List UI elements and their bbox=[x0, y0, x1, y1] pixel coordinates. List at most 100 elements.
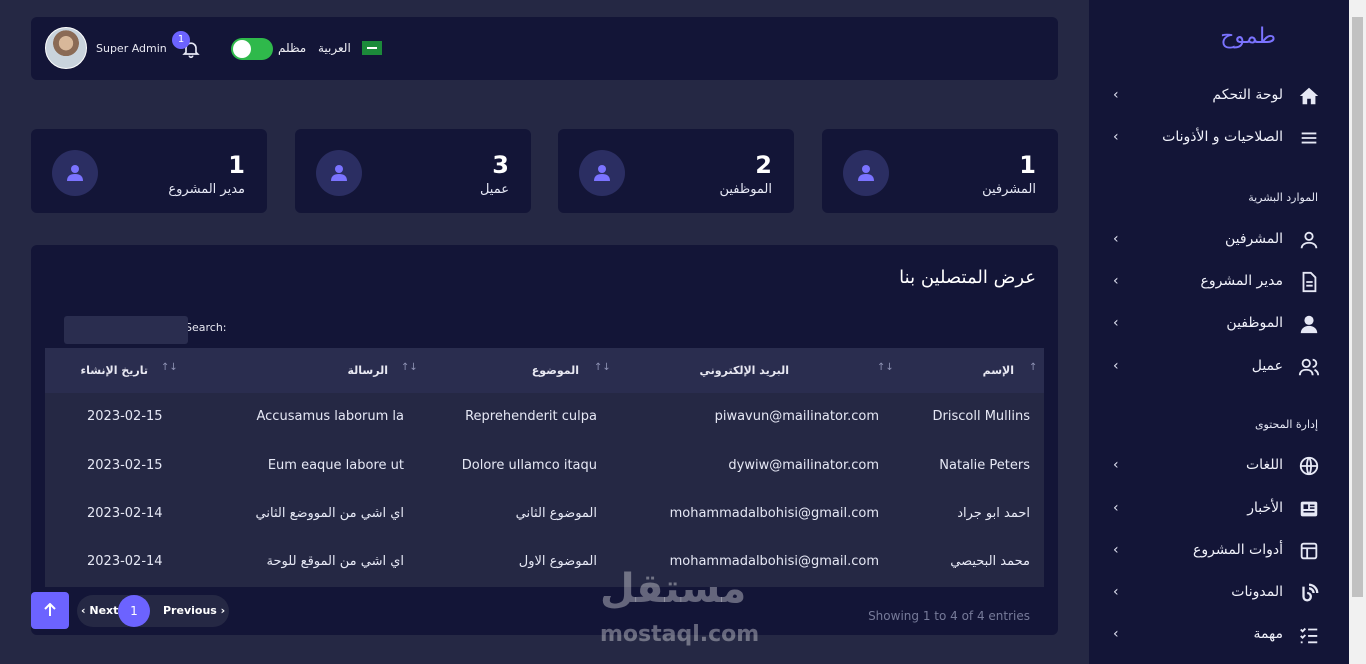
user-icon bbox=[316, 150, 362, 196]
cell-date: 2023-02-15 bbox=[87, 409, 163, 424]
cell-date: 2023-02-14 bbox=[87, 554, 163, 569]
column-header[interactable]: الرسالة bbox=[348, 364, 389, 377]
cell-date: 2023-02-15 bbox=[87, 458, 163, 473]
sidebar-item-project-manager[interactable]: ‹ مدير المشروع bbox=[1089, 267, 1349, 297]
column-header[interactable]: تاريخ الإنشاء bbox=[80, 364, 148, 377]
sidebar-item-dashboard[interactable]: ‹ لوحة التحكم bbox=[1089, 81, 1349, 111]
scroll-to-top-button[interactable] bbox=[31, 592, 69, 629]
section-title-content: إدارة المحتوى bbox=[1254, 418, 1318, 431]
user-icon bbox=[579, 150, 625, 196]
avatar[interactable] bbox=[45, 27, 87, 69]
stat-label: عميل bbox=[479, 182, 509, 197]
newspaper-icon bbox=[1300, 501, 1318, 517]
chevron-left-icon: ‹ bbox=[1113, 584, 1119, 600]
chevron-left-icon: ‹ bbox=[1113, 358, 1119, 374]
stat-value: 2 bbox=[755, 151, 772, 179]
dark-mode-toggle[interactable] bbox=[231, 38, 273, 60]
sort-icon[interactable]: ↑↓ bbox=[594, 362, 611, 373]
cell-subject: الموضوع الاول bbox=[518, 554, 597, 569]
sidebar-item-employees[interactable]: ‹ الموظفين bbox=[1089, 309, 1349, 339]
cell-email: dywiw@mailinator.com bbox=[728, 458, 879, 473]
cell-name: احمد ابو جراد bbox=[957, 506, 1030, 521]
tasks-icon bbox=[1300, 627, 1318, 644]
sidebar-item-label: المدونات bbox=[1231, 584, 1283, 600]
table-row: Driscoll Mullins piwavun@mailinator.com … bbox=[45, 393, 1044, 441]
cell-message: اي اشي من المووضع الثاني bbox=[255, 506, 404, 521]
sort-icon[interactable]: ↑↓ bbox=[877, 362, 894, 373]
column-header[interactable]: الموضوع bbox=[532, 364, 579, 377]
sidebar-item-supervisors[interactable]: ‹ المشرفين bbox=[1089, 225, 1349, 255]
sidebar-item-label: الصلاحيات و الأذونات bbox=[1162, 129, 1283, 145]
cell-email: mohammadalbohisi@gmail.com bbox=[669, 506, 879, 521]
user-icon bbox=[52, 150, 98, 196]
cell-subject: Dolore ullamco itaqu bbox=[461, 458, 597, 473]
chevron-left-icon: ‹ bbox=[1113, 87, 1119, 103]
stat-label: المشرفين bbox=[982, 182, 1036, 197]
stat-label: الموظفين bbox=[719, 182, 772, 197]
table-row: Natalie Peters dywiw@mailinator.com Dolo… bbox=[45, 442, 1044, 490]
stat-value: 1 bbox=[228, 151, 245, 179]
table-title: عرض المتصلين بنا bbox=[899, 267, 1036, 288]
sidebar-item-languages[interactable]: ‹ اللغات bbox=[1089, 451, 1349, 481]
sort-icon[interactable]: ↑↓ bbox=[161, 362, 178, 373]
arrow-up-icon bbox=[44, 603, 56, 616]
sidebar-item-label: مدير المشروع bbox=[1200, 273, 1284, 289]
column-header[interactable]: البريد الإلكتروني bbox=[700, 364, 789, 377]
watermark-latin: mostaql.com bbox=[600, 622, 760, 647]
cell-message: Accusamus laborum la bbox=[256, 409, 405, 424]
sidebar-item-label: أدوات المشروع bbox=[1193, 542, 1283, 558]
user-outline-icon bbox=[1300, 231, 1318, 249]
chevron-left-icon: ‹ bbox=[1113, 626, 1119, 642]
brand-logo[interactable]: طموح bbox=[1220, 24, 1276, 49]
blog-icon bbox=[1302, 583, 1319, 602]
pagination-previous[interactable]: Previous › bbox=[163, 604, 225, 617]
cell-name: Natalie Peters bbox=[939, 458, 1030, 473]
sort-icon[interactable]: ↑ bbox=[1029, 362, 1037, 373]
admin-name[interactable]: Super Admin bbox=[96, 42, 167, 55]
language-label[interactable]: العربية bbox=[318, 41, 351, 55]
table-header: ↑ الإسم ↑↓ البريد الإلكتروني ↑↓ الموضوع … bbox=[45, 348, 1044, 393]
cell-email: piwavun@mailinator.com bbox=[714, 409, 879, 424]
stat-value: 3 bbox=[492, 151, 509, 179]
sidebar-item-label: المشرفين bbox=[1224, 231, 1283, 247]
document-icon bbox=[1302, 271, 1317, 293]
stat-card-employees: 2 الموظفين bbox=[558, 129, 794, 213]
chevron-left-icon: ‹ bbox=[1113, 542, 1119, 558]
user-icon bbox=[843, 150, 889, 196]
sidebar-item-project-tools[interactable]: ‹ أدوات المشروع bbox=[1089, 536, 1349, 566]
sidebar-item-permissions[interactable]: ‹ الصلاحيات و الأذونات bbox=[1089, 123, 1349, 153]
table-body: Driscoll Mullins piwavun@mailinator.com … bbox=[45, 393, 1044, 587]
home-icon bbox=[1299, 87, 1319, 105]
sidebar-item-label: اللغات bbox=[1246, 457, 1283, 473]
sidebar-item-tasks[interactable]: ‹ مهمة bbox=[1089, 620, 1349, 650]
sort-icon[interactable]: ↑↓ bbox=[401, 362, 418, 373]
sidebar-item-clients[interactable]: ‹ عميل bbox=[1089, 352, 1349, 382]
sidebar: طموح ‹ لوحة التحكم ‹ الصلاحيات و الأذونا… bbox=[1089, 0, 1349, 664]
search-input[interactable] bbox=[64, 316, 188, 344]
scrollbar-thumb[interactable] bbox=[1352, 17, 1363, 597]
page-scrollbar[interactable] bbox=[1349, 0, 1366, 664]
cell-name: محمد البحيصي bbox=[950, 554, 1030, 569]
sidebar-item-label: مهمة bbox=[1253, 626, 1283, 642]
table-row: احمد ابو جراد mohammadalbohisi@gmail.com… bbox=[45, 490, 1044, 538]
layout-icon bbox=[1300, 542, 1318, 560]
cell-date: 2023-02-14 bbox=[87, 506, 163, 521]
sidebar-item-news[interactable]: ‹ الأخبار bbox=[1089, 494, 1349, 524]
stat-value: 1 bbox=[1019, 151, 1036, 179]
stat-label: مدير المشروع bbox=[168, 182, 245, 197]
cell-subject: الموضوع الثاني bbox=[515, 506, 597, 521]
cell-message: اي اشي من الموقع للوحة bbox=[266, 554, 404, 569]
stat-card-clients: 3 عميل bbox=[295, 129, 531, 213]
toggle-knob bbox=[233, 40, 251, 58]
pagination-next[interactable]: ‹ Next bbox=[81, 604, 118, 617]
pagination-page[interactable]: 1 bbox=[118, 595, 150, 627]
chevron-left-icon: ‹ bbox=[1113, 129, 1119, 145]
chevron-left-icon: ‹ bbox=[1113, 500, 1119, 516]
chevron-left-icon: ‹ bbox=[1113, 315, 1119, 331]
pagination-next-label: Next bbox=[89, 604, 119, 617]
users-icon bbox=[1298, 358, 1320, 376]
saudi-flag-icon[interactable] bbox=[362, 41, 382, 55]
sidebar-item-blogs[interactable]: ‹ المدونات bbox=[1089, 578, 1349, 608]
sidebar-item-label: الأخبار bbox=[1247, 500, 1283, 516]
column-header[interactable]: الإسم bbox=[983, 364, 1014, 377]
